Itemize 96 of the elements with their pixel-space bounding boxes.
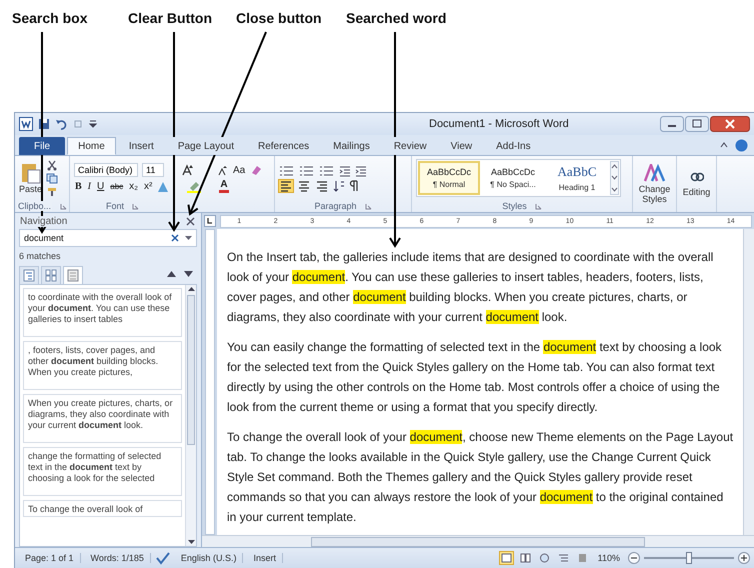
launcher-icon[interactable] xyxy=(534,202,542,210)
scrollbar[interactable] xyxy=(185,285,196,546)
search-result[interactable]: to coordinate with the overall look of your document. You can use these galleries to insert tables xyxy=(23,288,182,337)
paragraph: You can easily change the formatting of selected text in the document text by choosing a look for the selected text from the Quick Styles gallery on the Home tab. You can also format text directly by using the other controls on the Home tab. Most controls offer a choice of using the look from the current theme or using a format that you specify directly. xyxy=(227,339,723,416)
match-count: 6 matches xyxy=(19,250,62,263)
brush-icon[interactable] xyxy=(46,186,58,196)
outline-view-icon xyxy=(558,553,569,563)
tab-selector-icon[interactable] xyxy=(204,215,216,227)
page-count[interactable]: Page: 1 of 1 xyxy=(19,553,81,563)
next-icon[interactable] xyxy=(184,271,193,277)
gallery-scroll-icon[interactable] xyxy=(610,161,619,195)
maximize-icon[interactable] xyxy=(685,116,709,132)
list-icon[interactable] xyxy=(319,164,335,176)
ribbon-tab[interactable]: Home xyxy=(67,137,116,155)
sort-icon[interactable] xyxy=(333,180,345,192)
copy-icon[interactable] xyxy=(46,172,58,184)
zoom-in-icon[interactable] xyxy=(738,552,750,564)
font-size-dropdown[interactable]: 11 xyxy=(142,163,164,177)
align-right-icon[interactable] xyxy=(315,180,329,192)
print-view-icon xyxy=(500,553,512,563)
style-tile[interactable]: AaBbCcDc ¶ Normal xyxy=(418,161,480,195)
indent-icon[interactable] xyxy=(339,164,351,176)
search-result[interactable]: To change the overall look of xyxy=(23,500,182,517)
group-label: Paragraph xyxy=(314,201,357,211)
change-case-button[interactable]: Aa xyxy=(232,164,246,176)
format-button[interactable]: abc xyxy=(109,182,124,191)
clear-formatting-icon[interactable] xyxy=(250,164,262,176)
format-button[interactable]: U xyxy=(96,181,106,192)
change-styles-button[interactable]: Change Styles xyxy=(633,156,677,212)
results-tab[interactable] xyxy=(63,266,83,284)
format-button[interactable]: x² xyxy=(143,181,154,192)
paste-button[interactable]: Paste xyxy=(19,162,42,194)
minimize-ribbon-icon[interactable] xyxy=(719,140,729,150)
draft-view-icon xyxy=(576,553,588,563)
scissors-icon[interactable] xyxy=(46,160,58,170)
group-label: Clipbo... xyxy=(16,201,52,211)
close-icon[interactable] xyxy=(710,116,750,132)
text-effects-icon[interactable] xyxy=(157,180,170,192)
group-label: Font xyxy=(106,201,124,211)
word-logo-icon xyxy=(19,117,33,131)
clear-icon[interactable] xyxy=(171,234,179,242)
ribbon-tab[interactable]: File xyxy=(19,137,66,155)
search-result[interactable]: change the formatting of selected text in the document text by choosing a look for the selected xyxy=(23,447,182,496)
callout-label: Close button xyxy=(236,10,322,26)
callout-label: Search box xyxy=(12,10,88,26)
list-icon[interactable] xyxy=(279,164,295,176)
shrink-font-icon[interactable] xyxy=(218,164,228,176)
help-icon[interactable] xyxy=(735,138,748,152)
undo-icon[interactable] xyxy=(55,118,67,130)
launcher-icon[interactable] xyxy=(60,202,68,210)
scrollbar[interactable] xyxy=(202,535,754,547)
grow-font-icon[interactable] xyxy=(182,164,194,176)
close-icon[interactable] xyxy=(186,216,195,226)
align-center-icon[interactable] xyxy=(297,180,311,192)
reading-view-button[interactable] xyxy=(518,551,533,565)
window-title: Document1 - Microsoft Word xyxy=(428,118,570,130)
editing-button[interactable]: Editing xyxy=(677,156,717,212)
font-color-button[interactable]: A xyxy=(219,180,229,193)
list-icon[interactable] xyxy=(299,164,315,176)
language-indicator[interactable]: English (U.S.) xyxy=(174,553,244,563)
customize-icon[interactable] xyxy=(89,118,97,130)
headings-tab[interactable] xyxy=(19,266,39,284)
search-field[interactable]: document xyxy=(19,229,197,247)
zoom-level[interactable]: 110% xyxy=(598,553,620,563)
scroll-up-icon[interactable] xyxy=(186,285,196,293)
word-count[interactable]: Words: 1/185 xyxy=(84,553,151,563)
web-view-icon xyxy=(538,553,550,563)
callout-label: Searched word xyxy=(346,10,446,26)
styles-icon xyxy=(644,164,666,182)
launcher-icon[interactable] xyxy=(364,202,372,210)
insert-mode[interactable]: Insert xyxy=(247,553,283,563)
slider-thumb[interactable] xyxy=(686,552,692,564)
format-button[interactable]: x₂ xyxy=(128,181,140,192)
align-left-icon[interactable] xyxy=(279,180,293,192)
group-label: Styles xyxy=(502,201,527,211)
format-button[interactable]: B xyxy=(74,181,83,192)
pilcrow-icon[interactable] xyxy=(349,180,359,192)
callout-label: Clear Button xyxy=(128,10,212,26)
highlighter-icon[interactable] xyxy=(187,180,202,192)
indent-icon[interactable] xyxy=(355,164,367,176)
reading-view-icon xyxy=(520,553,531,563)
previous-icon[interactable] xyxy=(167,271,176,277)
minimize-icon[interactable] xyxy=(660,116,684,132)
pane-title: Navigation xyxy=(19,216,68,226)
pages-tab[interactable] xyxy=(41,266,61,284)
search-result[interactable]: , footers, lists, cover pages, and other document building blocks. When you create pictures, xyxy=(23,341,182,390)
launcher-icon[interactable] xyxy=(132,202,140,210)
search-result[interactable]: When you create pictures, charts, or diagrams, they also coordinate with your current document look. xyxy=(23,394,182,443)
font-name-dropdown[interactable]: Calibri (Body) xyxy=(74,163,138,177)
proofing-icon[interactable] xyxy=(154,552,171,564)
scrollbar[interactable] xyxy=(743,229,754,535)
paragraph: On the Insert tab, the galleries include items that are designed to coordinate with the overall look of your document. You can use these galleries to insert tables, headers, footers, lists, cover pages, and other document building blocks. When you create pictures, charts, or diagrams, they also coordinate with your current document look. xyxy=(227,249,714,326)
dropdown-caret-icon[interactable] xyxy=(185,236,192,240)
format-button[interactable]: I xyxy=(86,181,92,192)
zoom-out-icon[interactable] xyxy=(628,552,640,564)
print-view-button[interactable] xyxy=(498,551,514,565)
